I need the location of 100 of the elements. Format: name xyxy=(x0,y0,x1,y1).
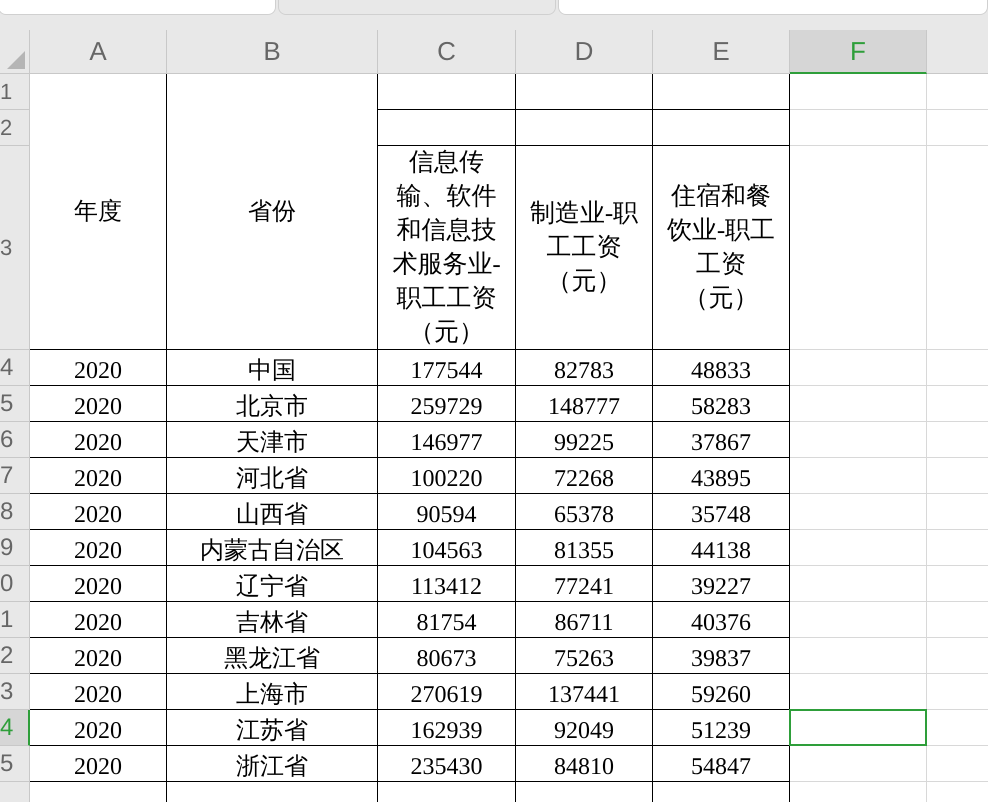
table-cell: 59260 xyxy=(653,674,790,710)
sheet-tab[interactable] xyxy=(0,0,276,15)
table-cell: 100220 xyxy=(378,458,516,494)
row-header[interactable]: 5 xyxy=(0,746,30,782)
empty-cell[interactable] xyxy=(790,350,927,386)
sheet-tab[interactable] xyxy=(278,0,556,15)
table-cell: 中国 xyxy=(167,350,378,386)
table-cell: 2020 xyxy=(30,674,167,710)
table-cell: 81355 xyxy=(516,530,653,566)
table-cell: 2020 xyxy=(30,530,167,566)
table-cell: 162939 xyxy=(378,710,516,746)
table-cell: 75263 xyxy=(516,638,653,674)
table-cell: 86711 xyxy=(516,602,653,638)
table-cell: 54847 xyxy=(653,746,790,782)
empty-cell[interactable] xyxy=(790,422,927,458)
table-cell: 58283 xyxy=(653,386,790,422)
table-cell: 39837 xyxy=(653,638,790,674)
empty-cell[interactable] xyxy=(790,530,927,566)
table-cell: 35748 xyxy=(653,494,790,530)
table-cell: 44138 xyxy=(653,530,790,566)
select-all-corner[interactable] xyxy=(0,30,30,74)
column-header[interactable]: E xyxy=(653,30,790,74)
table-cell: 省份 xyxy=(167,74,378,350)
table-cell: 北京市 xyxy=(167,386,378,422)
row-header[interactable]: 2 xyxy=(0,110,30,146)
row-header[interactable]: 1 xyxy=(0,602,30,638)
row-header[interactable]: 4 xyxy=(0,350,30,386)
table-cell: 内蒙古自治区 xyxy=(167,530,378,566)
corner-triangle-icon xyxy=(7,51,25,69)
table-cell: 270619 xyxy=(378,674,516,710)
table-cell: 年度 xyxy=(30,74,167,350)
empty-cell[interactable] xyxy=(790,602,927,638)
row-header[interactable]: 7 xyxy=(0,458,30,494)
table-cell: 235430 xyxy=(378,746,516,782)
table-cell: 2020 xyxy=(30,458,167,494)
table-cell: 99225 xyxy=(516,422,653,458)
table-cell: 辽宁省 xyxy=(167,566,378,602)
table-cell: 51239 xyxy=(653,710,790,746)
table-cell: 河北省 xyxy=(167,458,378,494)
column-header[interactable]: A xyxy=(30,30,167,74)
column-header[interactable] xyxy=(927,30,988,74)
table-cell: 江苏省 xyxy=(167,710,378,746)
table-cell: 吉林省 xyxy=(167,602,378,638)
table-cell: 43895 xyxy=(653,458,790,494)
table-cell: 黑龙江省 xyxy=(167,638,378,674)
table-cell: 177544 xyxy=(378,350,516,386)
table-cell: 37867 xyxy=(653,422,790,458)
sheet-tab[interactable] xyxy=(558,0,988,15)
table-cell: 2020 xyxy=(30,566,167,602)
column-header[interactable]: B xyxy=(167,30,378,74)
table-cell: 148777 xyxy=(516,386,653,422)
table-cell: 39227 xyxy=(653,566,790,602)
table-cell: 81754 xyxy=(378,602,516,638)
row-header[interactable]: 5 xyxy=(0,386,30,422)
table-cell: 72268 xyxy=(516,458,653,494)
table-cell: 2020 xyxy=(30,638,167,674)
row-header[interactable]: 6 xyxy=(0,422,30,458)
table-cell: 2020 xyxy=(30,386,167,422)
row-header[interactable]: 0 xyxy=(0,566,30,602)
table-cell: 90594 xyxy=(378,494,516,530)
empty-cell[interactable] xyxy=(790,386,927,422)
table-cell: 113412 xyxy=(378,566,516,602)
table-cell: 82783 xyxy=(516,350,653,386)
table-cell: 65378 xyxy=(516,494,653,530)
table-cell: 77241 xyxy=(516,566,653,602)
column-header[interactable]: C xyxy=(378,30,516,74)
table-cell: 84810 xyxy=(516,746,653,782)
empty-cell[interactable] xyxy=(790,494,927,530)
empty-cell[interactable] xyxy=(790,458,927,494)
table-cell: 2020 xyxy=(30,710,167,746)
table-cell: 2020 xyxy=(30,350,167,386)
table-cell: 2020 xyxy=(30,746,167,782)
table-cell: 住宿和餐饮业-职工工资（元） xyxy=(653,146,790,350)
table-cell: 146977 xyxy=(378,422,516,458)
table-cell: 2020 xyxy=(30,422,167,458)
empty-cell[interactable] xyxy=(790,638,927,674)
row-header[interactable]: 3 xyxy=(0,674,30,710)
table-cell: 104563 xyxy=(378,530,516,566)
table-cell: 浙江省 xyxy=(167,746,378,782)
selected-cell[interactable] xyxy=(789,709,927,746)
table-cell: 信息传输、软件和信息技术服务业-职工工资（元） xyxy=(378,146,516,350)
table-cell: 259729 xyxy=(378,386,516,422)
table-cell: 上海市 xyxy=(167,674,378,710)
table-cell: 山西省 xyxy=(167,494,378,530)
table-cell: 2020 xyxy=(30,494,167,530)
column-header[interactable]: F xyxy=(790,30,927,74)
row-header[interactable]: 4 xyxy=(0,710,30,746)
table-cell: 制造业-职工工资（元） xyxy=(516,146,653,350)
table-cell: 80673 xyxy=(378,638,516,674)
empty-cell[interactable] xyxy=(790,566,927,602)
row-header[interactable]: 2 xyxy=(0,638,30,674)
row-header[interactable]: 3 xyxy=(0,146,30,350)
empty-cell[interactable] xyxy=(790,746,927,782)
table-cell: 137441 xyxy=(516,674,653,710)
table-cell: 92049 xyxy=(516,710,653,746)
row-header[interactable]: 8 xyxy=(0,494,30,530)
table-cell: 40376 xyxy=(653,602,790,638)
row-header[interactable]: 9 xyxy=(0,530,30,566)
row-header[interactable]: 1 xyxy=(0,74,30,110)
column-header[interactable]: D xyxy=(516,30,653,74)
